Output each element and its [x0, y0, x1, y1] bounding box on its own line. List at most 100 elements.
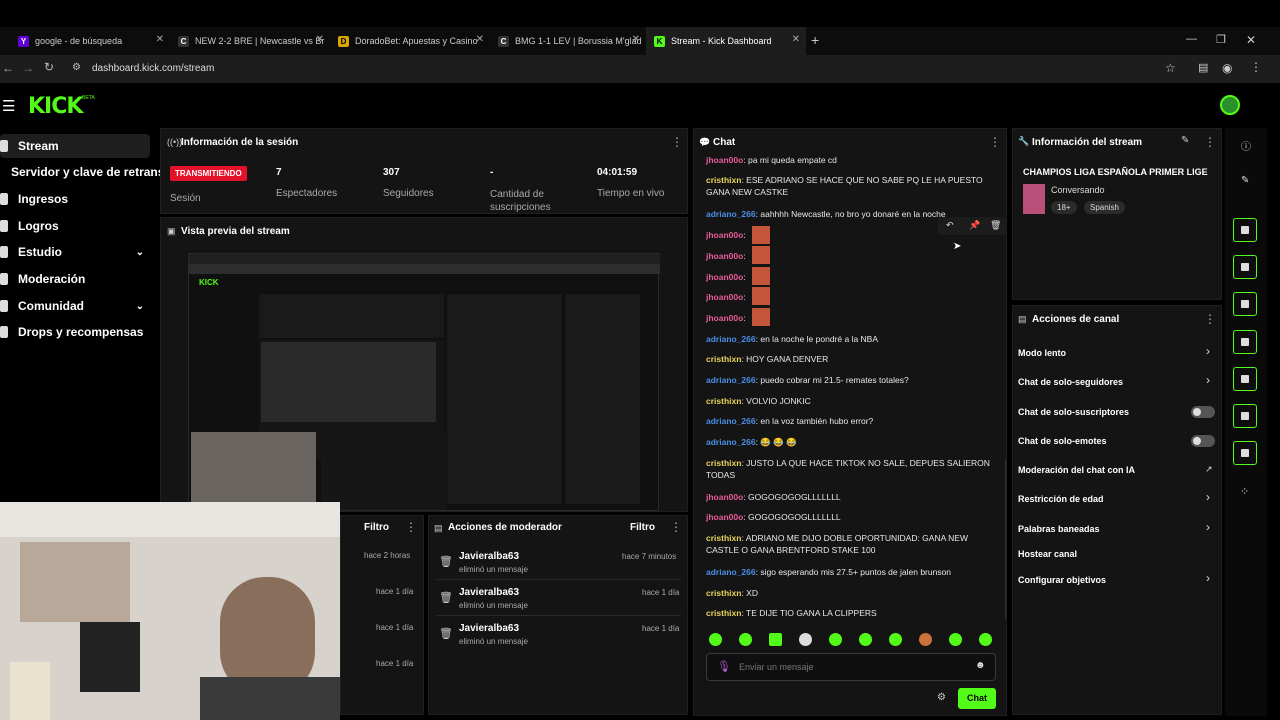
- edit-icon[interactable]: ✎: [1181, 135, 1189, 146]
- chat-user[interactable]: jhoan00o: [706, 251, 743, 261]
- chevron-right-icon[interactable]: ›: [1206, 520, 1210, 534]
- avatar[interactable]: [1220, 95, 1240, 115]
- emotes-only-toggle[interactable]: [1191, 435, 1215, 447]
- close-icon[interactable]: ✕: [792, 34, 800, 45]
- chat-user[interactable]: adriano_266: [706, 209, 756, 219]
- chat-message[interactable]: cristhixn: XD: [706, 587, 996, 599]
- browser-tab[interactable]: C BMG 1-1 LEV | Borussia M'glad ✕: [490, 27, 646, 55]
- info-icon[interactable]: ⓘ: [1241, 138, 1251, 153]
- sidebar-item-studio[interactable]: Estudio ⌄: [0, 241, 150, 263]
- external-link-icon[interactable]: ↗: [1205, 464, 1213, 475]
- emote-button[interactable]: [889, 633, 902, 646]
- chat-message[interactable]: adriano_266: puedo cobrar mi 21.5- remat…: [706, 374, 996, 386]
- kebab-icon[interactable]: ⋮: [671, 135, 683, 149]
- chat-message[interactable]: jhoan00o:: [706, 250, 996, 262]
- chat-message[interactable]: jhoan00o: GOGOGOGOGLLLLLLL: [706, 511, 996, 523]
- stream-video[interactable]: KICK: [188, 253, 660, 511]
- tool-button-6[interactable]: [1233, 404, 1257, 428]
- tool-button-3[interactable]: [1233, 292, 1257, 316]
- chat-user[interactable]: jhoan00o: [706, 155, 743, 165]
- chat-input-box[interactable]: 🎙 ☻: [706, 653, 996, 681]
- kebab-icon[interactable]: ⋮: [1204, 135, 1216, 149]
- chat-user[interactable]: jhoan00o: [706, 292, 743, 302]
- forward-icon[interactable]: →: [22, 61, 34, 75]
- emote-button[interactable]: [769, 633, 782, 646]
- tool-button-7[interactable]: [1233, 441, 1257, 465]
- close-icon[interactable]: ✕: [316, 34, 324, 45]
- chat-message[interactable]: cristhixn: TE DIJE TIO GANA LA CLIPPERS: [706, 607, 996, 619]
- reload-icon[interactable]: ↻: [44, 60, 54, 74]
- kebab-icon[interactable]: ⋮: [670, 520, 682, 534]
- chat-user[interactable]: adriano_266: [706, 334, 756, 344]
- chat-message[interactable]: jhoan00o:: [706, 229, 996, 241]
- microphone-icon[interactable]: 🎙: [717, 660, 731, 673]
- set-goals-item[interactable]: Configurar objetivos: [1018, 575, 1106, 585]
- ai-moderation-item[interactable]: Moderación del chat con IA: [1018, 465, 1135, 475]
- sidebar-item-stream[interactable]: Stream: [0, 135, 59, 157]
- send-chat-button[interactable]: Chat: [958, 688, 996, 709]
- extensions-icon[interactable]: ▤: [1198, 61, 1208, 74]
- kebab-icon[interactable]: ⋮: [989, 135, 1001, 149]
- kick-logo[interactable]: KICK: [28, 94, 83, 119]
- subs-only-toggle[interactable]: [1191, 406, 1215, 418]
- chat-user[interactable]: adriano_266: [706, 375, 756, 385]
- emote-button[interactable]: [979, 633, 992, 646]
- chat-message[interactable]: cristhixn: JUSTO LA QUE HACE TIKTOK NO S…: [706, 457, 996, 481]
- chat-message[interactable]: jhoan00o: pa mi queda empate cd: [706, 154, 996, 166]
- sidebar-item-community[interactable]: Comunidad ⌄: [0, 295, 150, 317]
- minimize-icon[interactable]: —: [1186, 33, 1197, 45]
- emote-button[interactable]: [829, 633, 842, 646]
- chat-user[interactable]: cristhixn: [706, 608, 741, 618]
- followers-only-item[interactable]: Chat de solo-seguidores: [1018, 377, 1123, 387]
- menu-icon[interactable]: ⋮: [1250, 60, 1262, 74]
- sidebar-item-moderation[interactable]: Moderación: [0, 268, 85, 290]
- add-widget-icon[interactable]: ⁘: [1240, 485, 1249, 498]
- chat-user[interactable]: jhoan00o: [706, 230, 743, 240]
- hamburger-icon[interactable]: ☰: [2, 97, 15, 115]
- chat-message[interactable]: jhoan00o:: [706, 291, 996, 303]
- slow-mode-item[interactable]: Modo lento: [1018, 348, 1066, 358]
- age-restriction-item[interactable]: Restricción de edad: [1018, 494, 1104, 504]
- profile-icon[interactable]: ◉: [1222, 61, 1232, 75]
- kebab-icon[interactable]: ⋮: [405, 520, 417, 534]
- chat-message[interactable]: cristhixn: HOY GANA DENVER: [706, 353, 996, 365]
- chat-user[interactable]: cristhixn: [706, 354, 741, 364]
- chat-user[interactable]: adriano_266: [706, 567, 756, 577]
- bookmark-star-icon[interactable]: ☆: [1165, 61, 1176, 75]
- browser-tab[interactable]: C NEW 2-2 BRE | Newcastle vs Br ✕: [170, 27, 330, 55]
- emote-button[interactable]: [949, 633, 962, 646]
- chat-user[interactable]: jhoan00o: [706, 512, 743, 522]
- chat-user[interactable]: cristhixn: [706, 533, 741, 543]
- chat-user[interactable]: cristhixn: [706, 396, 741, 406]
- emote-button[interactable]: [739, 633, 752, 646]
- chat-message[interactable]: jhoan00o: GOGOGOGOGLLLLLLL: [706, 491, 996, 503]
- chat-user[interactable]: adriano_266: [706, 437, 756, 447]
- host-channel-item[interactable]: Hostear canal: [1018, 549, 1077, 559]
- kebab-icon[interactable]: ⋮: [1204, 312, 1216, 326]
- chat-message[interactable]: jhoan00o:: [706, 271, 996, 283]
- tool-button-1[interactable]: [1233, 218, 1257, 242]
- chat-user[interactable]: jhoan00o: [706, 492, 743, 502]
- tool-button-2[interactable]: [1233, 255, 1257, 279]
- mod-user[interactable]: Javieralba63: [459, 551, 519, 562]
- chat-user[interactable]: jhoan00o: [706, 313, 743, 323]
- chat-message[interactable]: cristhixn: VOLVIO JONKIC: [706, 395, 996, 407]
- chat-scrollbar[interactable]: [1005, 459, 1006, 619]
- close-icon[interactable]: ✕: [632, 34, 640, 45]
- mod-user[interactable]: Javieralba63: [459, 623, 519, 634]
- emotes-only-item[interactable]: Chat de solo-emotes: [1018, 436, 1107, 446]
- sidebar-item-server-key[interactable]: Servidor y clave de retransm: [11, 161, 175, 183]
- chat-user[interactable]: cristhixn: [706, 175, 741, 185]
- emote-button[interactable]: [859, 633, 872, 646]
- sidebar-item-achievements[interactable]: Logros: [0, 215, 59, 237]
- activity-filter-button[interactable]: Filtro: [364, 522, 389, 533]
- sidebar-item-drops[interactable]: Drops y recompensas: [0, 321, 143, 343]
- browser-tab-active[interactable]: K Stream - Kick Dashboard ✕: [646, 27, 806, 55]
- url-field[interactable]: dashboard.kick.com/stream: [92, 63, 214, 74]
- banned-words-item[interactable]: Palabras baneadas: [1018, 524, 1100, 534]
- mod-user[interactable]: Javieralba63: [459, 587, 519, 598]
- tool-button-5[interactable]: [1233, 367, 1257, 391]
- chat-user[interactable]: cristhixn: [706, 588, 741, 598]
- site-info-icon[interactable]: ⚙: [72, 62, 81, 73]
- emote-button[interactable]: [919, 633, 932, 646]
